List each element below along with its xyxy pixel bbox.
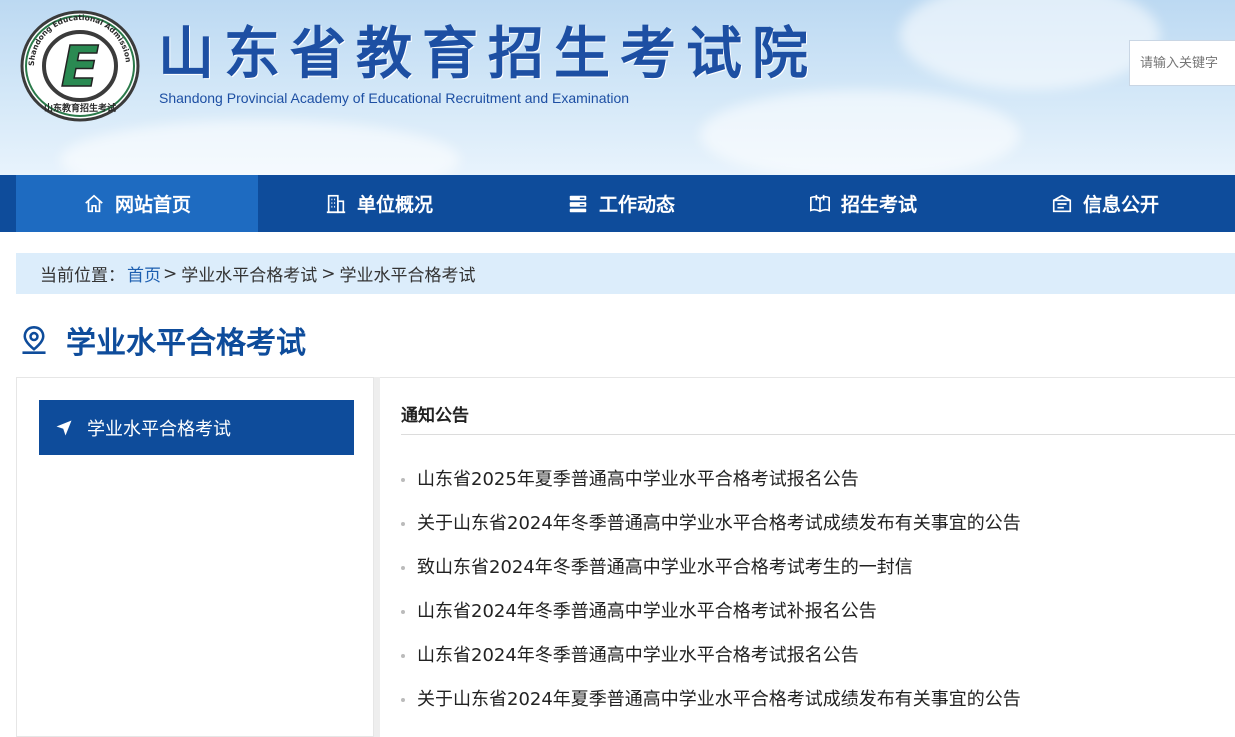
sidebar-item-exam[interactable]: 学业水平合格考试 <box>39 400 354 455</box>
list-item[interactable]: 山东省2024年冬季普通高中学业水平合格考试报名公告 <box>401 634 1021 678</box>
nav-item-news[interactable]: 工作动态 <box>500 175 742 232</box>
sidebar-item-label: 学业水平合格考试 <box>87 418 231 440</box>
nav-label: 网站首页 <box>114 194 191 216</box>
bullet-icon <box>401 522 405 526</box>
notice-link[interactable]: 关于山东省2024年冬季普通高中学业水平合格考试成绩发布有关事宜的公告 <box>417 502 1021 546</box>
site-header: Shandong Educational Admission & Examina… <box>0 0 1235 175</box>
list-item[interactable]: 关于山东省2024年夏季普通高中学业水平合格考试成绩发布有关事宜的公告 <box>401 678 1021 722</box>
notice-link[interactable]: 关于山东省2024年夏季普通高中学业水平合格考试成绩发布有关事宜的公告 <box>417 678 1021 722</box>
list-item[interactable]: 致山东省2024年冬季普通高中学业水平合格考试考生的一封信 <box>401 546 1021 590</box>
notice-link[interactable]: 山东省2024年冬季普通高中学业水平合格考试补报名公告 <box>417 590 877 634</box>
notice-link[interactable]: 山东省2024年冬季普通高中学业水平合格考试报名公告 <box>417 634 859 678</box>
breadcrumb-level2: 学业水平合格考试 <box>339 266 476 286</box>
list-item[interactable]: 山东省2025年夏季普通高中学业水平合格考试报名公告 <box>401 458 1021 502</box>
server-icon <box>569 195 587 212</box>
notice-divider <box>401 434 1235 435</box>
notice-link[interactable]: 山东省2025年夏季普通高中学业水平合格考试报名公告 <box>417 458 859 502</box>
nav-item-home[interactable]: 网站首页 <box>16 175 258 232</box>
nav-label: 信息公开 <box>1082 194 1159 216</box>
nav-label: 单位概况 <box>356 194 433 216</box>
location-pin-icon <box>22 326 46 354</box>
page-title-text: 学业水平合格考试 <box>66 326 306 361</box>
nav-item-info[interactable]: 信息公开 <box>984 175 1226 232</box>
nav-item-exams[interactable]: 招生考试 <box>742 175 984 232</box>
notice-list: 山东省2025年夏季普通高中学业水平合格考试报名公告 关于山东省2024年冬季普… <box>401 458 1021 722</box>
list-item[interactable]: 山东省2024年冬季普通高中学业水平合格考试补报名公告 <box>401 590 1021 634</box>
info-box-icon <box>1052 194 1072 212</box>
cloud-decoration <box>60 120 460 175</box>
notice-heading: 通知公告 <box>401 406 469 426</box>
site-subtitle: Shandong Provincial Academy of Education… <box>159 90 630 106</box>
bullet-icon <box>401 698 405 702</box>
main-nav: 网站首页 单位概况 工作动态 招生考试 信息公开 <box>16 175 1235 232</box>
bullet-icon <box>401 610 405 614</box>
breadcrumb: 当前位置： 首页 > 学业水平合格考试 > 学业水平合格考试 <box>16 253 1235 294</box>
breadcrumb-separator: > <box>163 263 178 284</box>
nav-item-about[interactable]: 单位概况 <box>258 175 500 232</box>
search-input[interactable] <box>1129 40 1235 86</box>
breadcrumb-level1[interactable]: 学业水平合格考试 <box>181 261 317 286</box>
site-logo[interactable]: Shandong Educational Admission & Examina… <box>16 3 140 122</box>
logo-bottom-text: 山东教育招生考试 <box>44 102 116 114</box>
list-item[interactable]: 关于山东省2024年冬季普通高中学业水平合格考试成绩发布有关事宜的公告 <box>401 502 1021 546</box>
breadcrumb-separator: > <box>321 263 336 284</box>
book-icon <box>809 194 830 212</box>
logo-letter: E <box>61 35 99 100</box>
navigation-arrow-icon <box>56 420 72 435</box>
nav-label: 招生考试 <box>840 194 917 216</box>
page-title: 学业水平合格考试 <box>20 318 306 362</box>
bullet-icon <box>401 566 405 570</box>
cloud-decoration <box>900 0 1160 90</box>
building-icon <box>326 194 346 213</box>
sidebar: 学业水平合格考试 <box>16 377 374 737</box>
site-title: 山东省教育招生考试院 <box>158 22 818 87</box>
home-icon <box>85 194 103 212</box>
nav-label: 工作动态 <box>598 194 675 216</box>
bullet-icon <box>401 478 405 482</box>
bullet-icon <box>401 654 405 658</box>
notice-link[interactable]: 致山东省2024年冬季普通高中学业水平合格考试考生的一封信 <box>417 546 913 590</box>
cloud-decoration <box>700 90 1020 175</box>
nav-left-strip <box>0 175 16 232</box>
breadcrumb-home-link[interactable]: 首页 <box>127 261 161 286</box>
notice-panel: 通知公告 山东省2025年夏季普通高中学业水平合格考试报名公告 关于山东省202… <box>380 377 1235 737</box>
breadcrumb-prefix: 当前位置： <box>40 266 125 286</box>
